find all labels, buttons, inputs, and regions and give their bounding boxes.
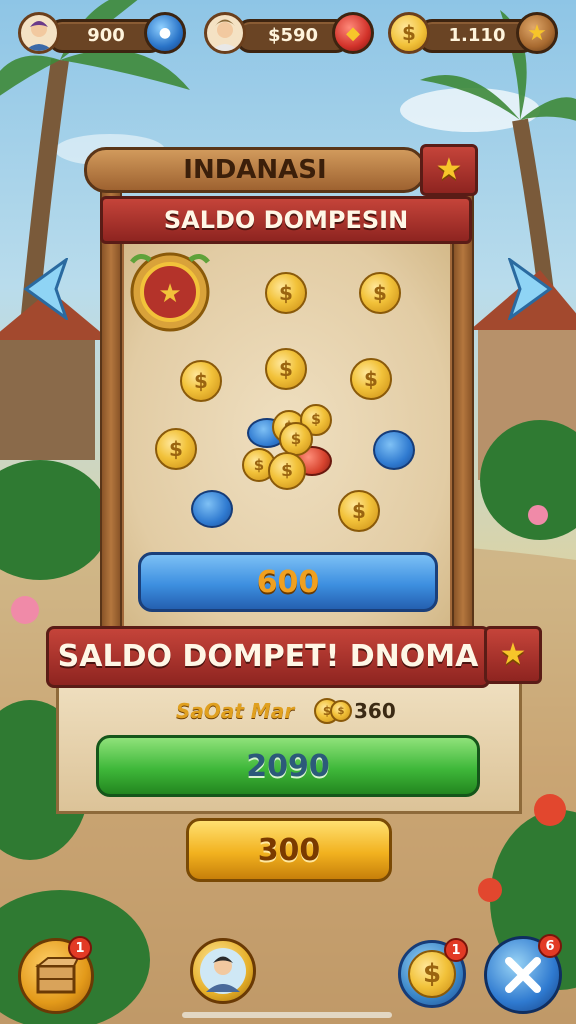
coin-icon: $ — [330, 700, 352, 722]
profile-button[interactable] — [190, 938, 256, 1004]
crate-icon — [35, 957, 78, 994]
close-badge: 6 — [538, 934, 562, 958]
player-avatar-icon[interactable] — [18, 12, 60, 54]
bomb-icon[interactable]: ● — [144, 12, 186, 54]
wallet-star-button[interactable]: ★ — [484, 626, 542, 684]
panel-subtitle: SALDO DOMPESIN — [100, 196, 472, 244]
blue-value-bar[interactable]: 600 — [138, 552, 438, 612]
coin-icon[interactable]: $ — [155, 428, 197, 470]
svg-text:★: ★ — [158, 279, 181, 309]
star-icon: ★ — [435, 152, 463, 187]
stat-panel-1: 900 ● — [18, 12, 188, 54]
blue-chip-icon[interactable] — [191, 490, 233, 528]
next-arrow-button[interactable] — [507, 255, 554, 324]
character-avatar-icon[interactable] — [204, 12, 246, 54]
stat-panel-3: 1.110 $ ★ — [388, 12, 560, 54]
coin-icon[interactable]: $ — [268, 452, 306, 490]
green-value-bar[interactable]: 2090 — [96, 735, 480, 797]
title-star-button[interactable]: ★ — [420, 144, 478, 196]
close-icon — [505, 957, 541, 993]
coin-badge: 1 — [444, 938, 468, 962]
prev-arrow-button[interactable] — [22, 255, 69, 324]
star-icon[interactable]: ★ — [516, 12, 558, 54]
gem-icon[interactable]: ◆ — [332, 12, 374, 54]
laurel-emblem-icon: ★ — [126, 252, 214, 334]
coin-icon[interactable]: $ — [279, 422, 313, 456]
wallet-info-value: 360 — [354, 699, 396, 723]
left-post — [100, 190, 122, 650]
blue-chip-icon[interactable] — [373, 430, 415, 470]
right-post — [452, 190, 474, 650]
stat-panel-2: $590 ◆ — [204, 12, 374, 54]
coin-currency-icon: $ — [388, 12, 430, 54]
coin-icon[interactable]: $ — [338, 490, 380, 532]
yellow-value-button[interactable]: 300 — [186, 818, 392, 882]
home-indicator — [182, 1012, 392, 1018]
coin-icon[interactable]: $ — [265, 272, 307, 314]
avatar-icon — [200, 948, 246, 994]
wallet-banner: SALDO DOMPET! DNOMA — [46, 626, 490, 688]
star-icon: ★ — [499, 637, 527, 672]
coin-icon[interactable]: $ — [350, 358, 392, 400]
wallet-info-label: SaOat Mar — [176, 699, 295, 723]
panel-title: INDANASI — [183, 155, 327, 185]
coin-icon[interactable]: $ — [180, 360, 222, 402]
shop-badge: 1 — [68, 936, 92, 960]
coin-icon[interactable]: $ — [359, 272, 401, 314]
coin-icon[interactable]: $ — [265, 348, 307, 390]
game-scene: 900 ● $590 ◆ 1.110 $ ★ INDANASI ★ SALDO … — [0, 0, 576, 1024]
